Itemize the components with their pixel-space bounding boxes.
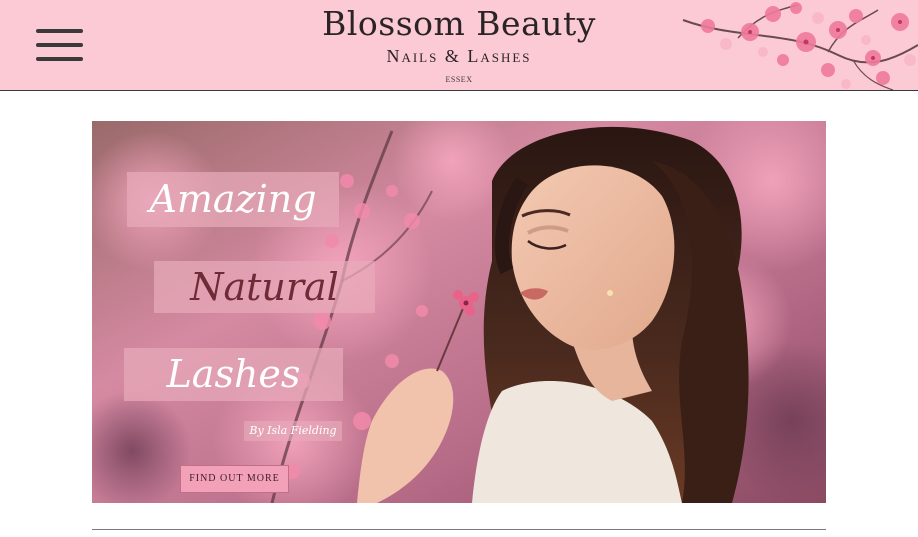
hero-byline: By Isla Fielding	[244, 421, 342, 441]
hero-heading-lashes: Lashes	[124, 348, 343, 401]
menu-bar-top	[36, 29, 83, 33]
menu-bar-middle	[36, 43, 83, 47]
hamburger-menu-icon[interactable]	[36, 29, 83, 62]
find-out-more-button[interactable]: FIND OUT MORE	[180, 465, 289, 493]
section-divider	[92, 529, 826, 530]
hero-heading-natural: Natural	[154, 261, 375, 313]
site-header: Blossom Beauty Nails & Lashes ESSEX	[0, 0, 918, 91]
hero-heading-amazing: Amazing	[127, 172, 339, 227]
menu-bar-bottom	[36, 57, 83, 61]
hero-banner: Amazing Natural Lashes By Isla Fielding …	[92, 121, 826, 503]
cherry-blossom-branch-icon	[682, 2, 918, 90]
